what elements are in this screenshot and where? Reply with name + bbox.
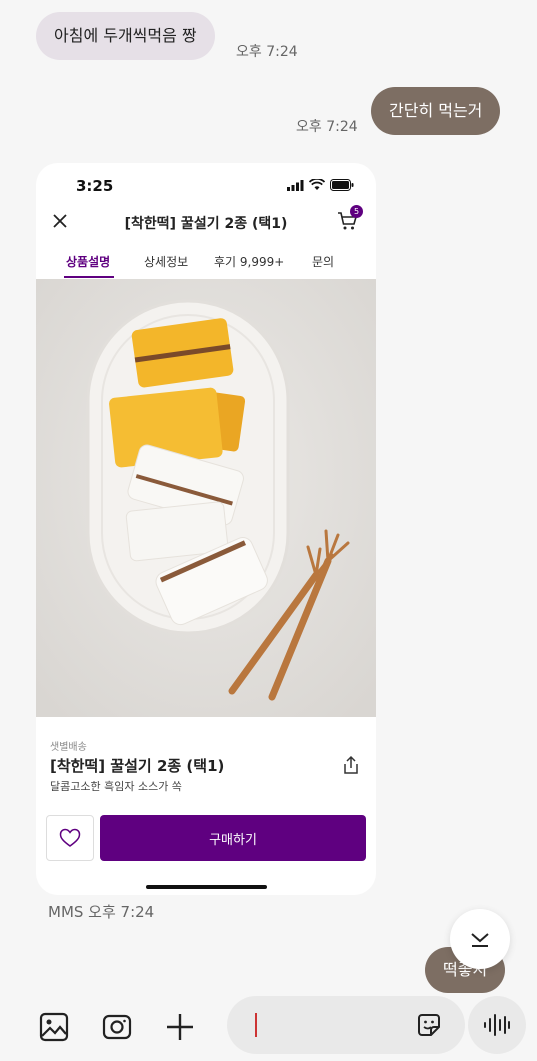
active-tab-indicator: [64, 276, 114, 278]
page-title: [착한떡] 꿀설기 2종 (택1): [124, 216, 288, 232]
sticker-icon[interactable]: [416, 1012, 442, 1038]
shared-image-card[interactable]: 3:25 [착한떡] 꿀설기 2종 (택1) 5 상품설명 상세정보 후기 9,…: [36, 163, 376, 895]
buy-button[interactable]: 구매하기: [100, 815, 366, 861]
voice-button[interactable]: [468, 996, 526, 1054]
composer-bar: [0, 990, 537, 1061]
scroll-to-bottom-button[interactable]: [450, 909, 510, 969]
message-time: 오후 7:24: [236, 44, 298, 60]
cart-count-badge: 5: [350, 205, 363, 218]
text-caret: [255, 1013, 257, 1037]
product-tabs: 상품설명 상세정보 후기 9,999+ 문의: [36, 249, 376, 279]
message-bubble-incoming[interactable]: 아침에 두개씩먹음 짱: [36, 12, 215, 60]
tab-details[interactable]: 상세정보: [144, 253, 188, 270]
product-photo: [36, 279, 376, 717]
heart-icon: [59, 828, 81, 847]
cart-button[interactable]: 5: [336, 205, 363, 233]
battery-icon: [330, 179, 354, 191]
mms-time: MMS 오후 7:24: [48, 903, 155, 921]
plus-icon[interactable]: [165, 1012, 195, 1042]
wishlist-button[interactable]: [46, 815, 94, 861]
chevron-down-icon: [471, 933, 489, 947]
image-icon[interactable]: [39, 1012, 69, 1042]
message-bubble-outgoing[interactable]: 간단히 먹는거: [371, 87, 501, 135]
home-indicator: [146, 885, 267, 889]
share-icon[interactable]: [342, 755, 360, 775]
message-time: 오후 7:24: [296, 119, 358, 135]
signal-icon: [287, 179, 304, 191]
camera-icon[interactable]: [102, 1012, 132, 1042]
tab-reviews[interactable]: 후기 9,999+: [214, 253, 284, 270]
product-name: [착한떡] 꿀설기 2종 (택1): [50, 757, 225, 775]
message-input[interactable]: [227, 996, 465, 1054]
message-text: 간단히 먹는거: [389, 101, 483, 120]
status-time: 3:25: [76, 177, 114, 195]
message-text: 아침에 두개씩먹음 짱: [54, 26, 197, 45]
product-description: 달콤고소한 흑임자 소스가 쏙: [50, 780, 182, 793]
status-icons: [287, 179, 354, 191]
wifi-icon: [309, 179, 325, 190]
voice-wave-icon: [484, 1014, 510, 1036]
delivery-label: 샛별배송: [50, 742, 87, 753]
tab-inquiry[interactable]: 문의: [312, 253, 334, 270]
tab-description[interactable]: 상품설명: [66, 253, 110, 270]
